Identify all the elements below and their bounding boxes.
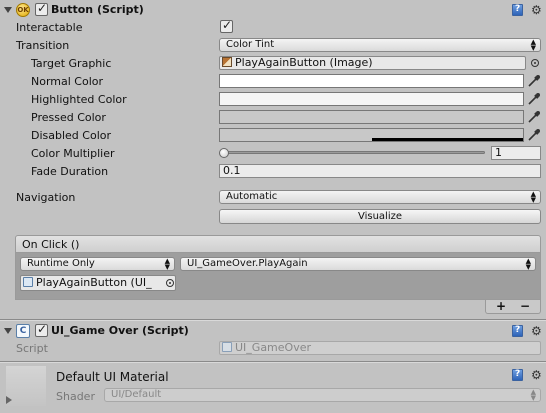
disabled-color-label: Disabled Color (31, 129, 112, 142)
alpha-bar (372, 138, 523, 141)
material-preview (6, 366, 46, 406)
highlighted-color-label: Highlighted Color (31, 93, 127, 106)
shader-value: UI/Default (111, 389, 162, 400)
disabled-color-swatch[interactable] (219, 128, 524, 142)
component-separator (0, 362, 546, 363)
visualize-button[interactable]: Visualize (219, 209, 541, 224)
interactable-checkbox[interactable]: ✓ (220, 18, 233, 33)
button-script-icon: OK (16, 3, 30, 17)
on-click-object-value: PlayAgainButton (UI_ (36, 276, 152, 289)
pressed-color-swatch[interactable] (219, 110, 524, 124)
runtime-mode-value: Runtime Only (27, 258, 95, 269)
normal-color-label: Normal Color (31, 75, 104, 88)
dropdown-arrows-icon: ▲ ▼ (530, 190, 536, 204)
color-multiplier-slider-thumb[interactable] (219, 148, 229, 158)
help-icon[interactable] (512, 325, 523, 337)
gear-icon[interactable]: ⚙ (531, 325, 542, 337)
gear-icon[interactable]: ⚙ (531, 4, 542, 16)
eyedropper-icon[interactable] (527, 92, 541, 106)
transition-dropdown[interactable]: Color Tint ▲ ▼ (219, 38, 541, 52)
pressed-color-label: Pressed Color (31, 111, 106, 124)
on-click-object-field[interactable]: PlayAgainButton (UI_ (20, 275, 176, 291)
component-enabled-checkbox[interactable]: ✓ (35, 322, 48, 337)
material-title: Default UI Material (56, 370, 169, 384)
color-multiplier-slider-track[interactable] (223, 151, 485, 154)
foldout-arrow-icon[interactable] (6, 396, 12, 404)
help-icon[interactable] (512, 369, 523, 381)
script-label: Script (16, 342, 48, 355)
object-picker-icon[interactable] (166, 279, 174, 287)
dropdown-arrows-icon: ▲ ▼ (164, 257, 170, 271)
foldout-arrow-icon[interactable] (4, 328, 12, 334)
shader-dropdown[interactable]: UI/Default ▲ ▼ (104, 388, 541, 402)
color-multiplier-label: Color Multiplier (31, 147, 115, 160)
target-graphic-value: PlayAgainButton (Image) (235, 56, 373, 69)
target-graphic-label: Target Graphic (31, 57, 112, 70)
add-listener-button[interactable]: + (496, 299, 506, 313)
dropdown-arrows-icon: ▲ ▼ (530, 38, 536, 52)
image-icon (222, 57, 232, 67)
color-multiplier-input[interactable]: 1 (491, 146, 541, 160)
button-component-header[interactable]: OK ✓ Button (Script) ⚙ (0, 0, 546, 20)
game-over-component-header[interactable]: C ✓ UI_Game Over (Script) ⚙ (0, 321, 546, 341)
shader-label: Shader (56, 390, 95, 403)
on-click-title: On Click () (22, 238, 80, 251)
object-picker-icon[interactable] (531, 59, 539, 67)
list-footer: + − (485, 299, 541, 314)
function-value: UI_GameOver.PlayAgain (187, 258, 308, 269)
target-graphic-field[interactable]: PlayAgainButton (Image) (219, 56, 526, 70)
dropdown-arrows-icon: ▲ ▼ (530, 388, 536, 402)
navigation-value: Automatic (226, 191, 278, 202)
script-field: UI_GameOver (219, 341, 541, 355)
script-icon (23, 277, 33, 287)
component-title: Button (Script) (51, 3, 144, 16)
eyedropper-icon[interactable] (527, 110, 541, 124)
component-title: UI_Game Over (Script) (51, 324, 189, 337)
highlighted-color-swatch[interactable] (219, 92, 524, 106)
script-icon (222, 342, 232, 352)
navigation-label: Navigation (16, 191, 76, 204)
transition-value: Color Tint (226, 39, 275, 50)
on-click-header: On Click () (15, 235, 541, 253)
on-click-list: Runtime Only ▲ ▼ UI_GameOver.PlayAgain ▲ ▼… (15, 253, 541, 300)
dropdown-arrows-icon: ▲ ▼ (525, 257, 531, 271)
foldout-arrow-icon[interactable] (4, 7, 12, 13)
navigation-dropdown[interactable]: Automatic ▲ ▼ (219, 190, 541, 204)
interactable-label: Interactable (16, 21, 83, 34)
fade-duration-label: Fade Duration (31, 165, 109, 178)
component-enabled-checkbox[interactable]: ✓ (35, 1, 48, 16)
help-icon[interactable] (512, 4, 523, 16)
runtime-mode-dropdown[interactable]: Runtime Only ▲ ▼ (20, 257, 175, 271)
script-value: UI_GameOver (235, 341, 312, 354)
csharp-script-icon: C (16, 324, 30, 338)
normal-color-swatch[interactable] (219, 74, 524, 88)
eyedropper-icon[interactable] (527, 128, 541, 142)
eyedropper-icon[interactable] (527, 74, 541, 88)
function-dropdown[interactable]: UI_GameOver.PlayAgain ▲ ▼ (180, 257, 536, 271)
transition-label: Transition (16, 39, 70, 52)
fade-duration-input[interactable]: 0.1 (219, 164, 541, 178)
remove-listener-button[interactable]: − (520, 299, 530, 313)
gear-icon[interactable]: ⚙ (531, 369, 542, 381)
